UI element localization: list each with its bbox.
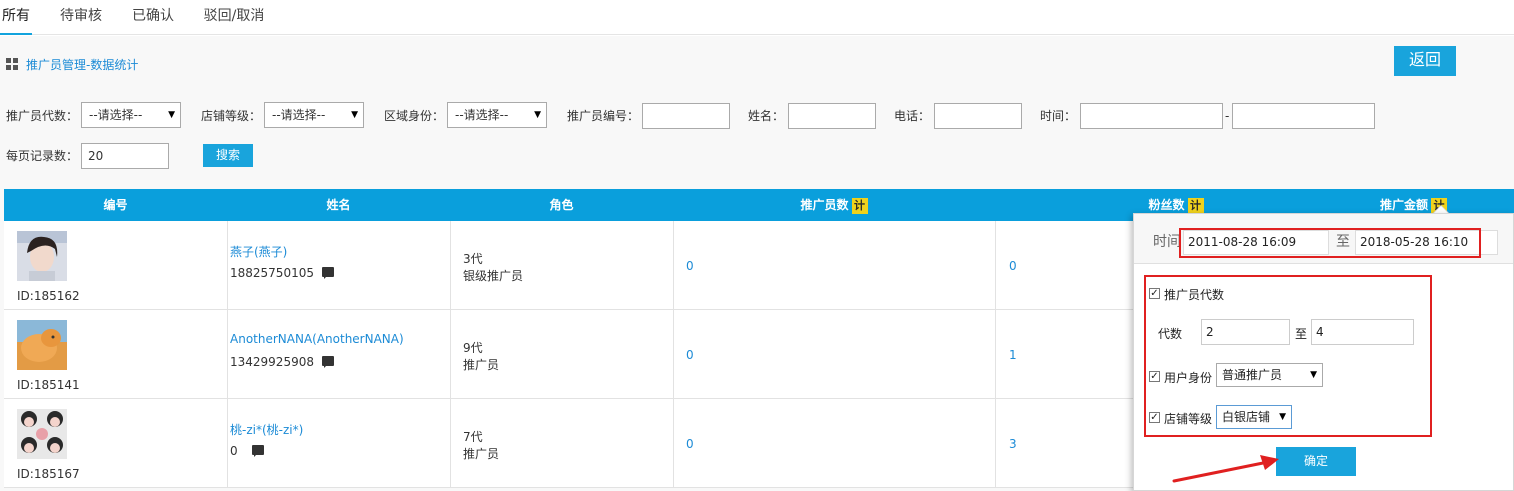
user-generation: 7代 (463, 430, 483, 444)
header-promoters-label: 推广员数 (800, 198, 849, 212)
shop-filter-label: 店铺等级： (201, 109, 262, 123)
promoter-count-link[interactable]: 0 (686, 259, 694, 273)
code-filter-input[interactable] (642, 103, 730, 129)
calc-icon[interactable]: 计 (851, 197, 868, 214)
avatar (17, 320, 67, 370)
popup-time-label: 时间 (1153, 234, 1181, 250)
user-phone: 18825750105 (230, 266, 314, 280)
tab-all[interactable]: 所有 (0, 0, 32, 35)
highlight-box (1179, 228, 1481, 258)
time-end-input[interactable] (1232, 103, 1375, 129)
tab-rejected[interactable]: 驳回/取消 (203, 0, 265, 35)
user-generation: 3代 (463, 252, 483, 266)
chat-icon[interactable] (322, 267, 334, 279)
user-generation: 9代 (463, 341, 483, 355)
user-role: 推广员 (463, 447, 500, 461)
level-filter-select[interactable]: --请选择-- ▼ (81, 102, 181, 128)
header-amount-label: 推广金额 (1380, 198, 1429, 212)
highlight-box (1144, 275, 1432, 437)
user-phone: 0 (230, 444, 238, 458)
search-button[interactable]: 搜索 (203, 144, 253, 167)
user-name-link[interactable]: AnotherNANA(AnotherNANA) (230, 332, 404, 346)
user-role: 推广员 (463, 358, 500, 372)
avatar (17, 409, 67, 459)
region-filter-value: --请选择-- (455, 108, 509, 122)
user-name-link[interactable]: 燕子(燕子) (230, 243, 287, 260)
popup-caret (1433, 205, 1449, 213)
region-filter-label: 区域身份： (384, 109, 445, 123)
level-filter-value: --请选择-- (89, 108, 143, 122)
region-filter-select[interactable]: --请选择-- ▼ (447, 102, 547, 128)
header-fans-label: 粉丝数 (1148, 198, 1185, 212)
tab-bar: 所有 待审核 已确认 驳回/取消 (0, 0, 1514, 35)
user-id: ID:185162 (17, 289, 80, 303)
user-name-link[interactable]: 桃-zi*(桃-zi*) (230, 421, 303, 438)
level-filter-label: 推广员代数： (6, 109, 79, 123)
phone-filter-label: 电话： (894, 109, 931, 123)
header-promoters: 推广员数计 (673, 189, 995, 221)
time-start-input[interactable] (1080, 103, 1223, 129)
name-filter-label: 姓名： (748, 109, 785, 123)
page-size-label: 每页记录数： (6, 149, 79, 163)
fans-count-link[interactable]: 3 (1009, 437, 1017, 451)
promoter-count-link[interactable]: 0 (686, 437, 694, 451)
shop-filter-value: --请选择-- (272, 108, 326, 122)
back-button[interactable]: 返回 (1394, 46, 1456, 76)
phone-filter-input[interactable] (934, 103, 1022, 129)
promoter-count-link[interactable]: 0 (686, 348, 694, 362)
user-phone: 13429925908 (230, 355, 314, 369)
fans-count-link[interactable]: 1 (1009, 348, 1017, 362)
shop-filter-select[interactable]: --请选择-- ▼ (264, 102, 364, 128)
tab-confirmed[interactable]: 已确认 (131, 0, 175, 35)
header-role: 角色 (549, 198, 574, 212)
chat-icon[interactable] (252, 445, 264, 457)
dropdown-arrow-icon: ▼ (351, 110, 358, 120)
header-name: 姓名 (326, 198, 351, 212)
red-arrow-annotation (1172, 455, 1279, 483)
page-size-input[interactable]: 20 (81, 143, 169, 169)
user-role: 银级推广员 (463, 269, 524, 283)
avatar (17, 231, 67, 281)
name-filter-input[interactable] (788, 103, 876, 129)
breadcrumb-text[interactable]: 推广员管理-数据统计 (26, 56, 138, 74)
fans-count-link[interactable]: 0 (1009, 259, 1017, 273)
calc-icon[interactable]: 计 (1187, 197, 1204, 214)
dropdown-arrow-icon: ▼ (168, 110, 175, 120)
tab-pending[interactable]: 待审核 (59, 0, 103, 35)
header-id: 编号 (103, 198, 128, 212)
time-filter-label: 时间： (1040, 109, 1077, 123)
user-id: ID:185141 (17, 378, 80, 392)
chat-icon[interactable] (322, 356, 334, 368)
code-filter-label: 推广员编号： (567, 109, 640, 123)
grid-icon (6, 58, 19, 71)
time-separator: - (1225, 109, 1230, 123)
dropdown-arrow-icon: ▼ (534, 110, 541, 120)
user-id: ID:185167 (17, 467, 80, 481)
